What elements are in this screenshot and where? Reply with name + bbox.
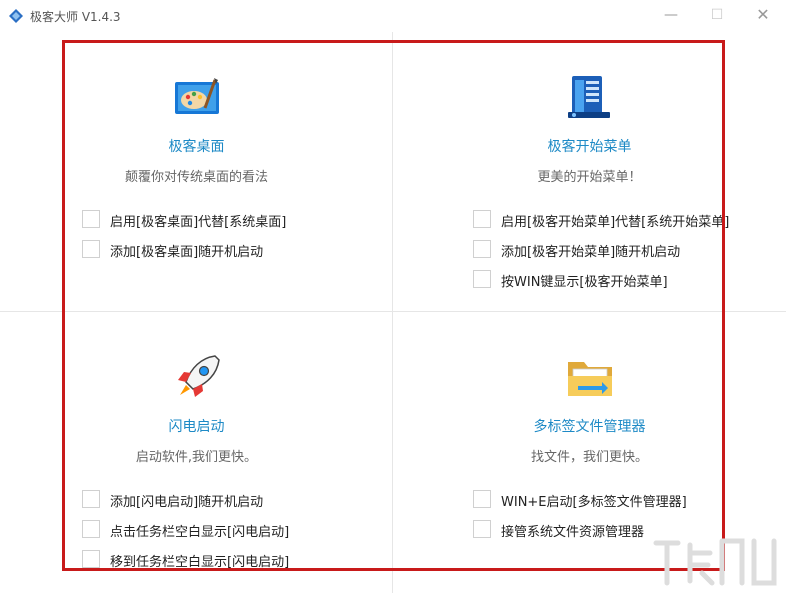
window-title: 极客大师 V1.4.3 [30,10,121,24]
option-label: 启用[极客桌面]代替[系统桌面] [110,215,287,230]
app-diamond-icon [9,9,23,23]
option-label: 移到任务栏空白显示[闪电启动] [110,555,290,570]
title-bar: 极客大师 V1.4.3 — ☐ ✕ [0,0,786,32]
paint-palette-icon [175,78,219,114]
checkbox[interactable] [473,210,491,228]
panel-geek-start-menu: 极客开始菜单 更美的开始菜单！ 启用[极客开始菜单]代替[系统开始菜单] 添加[… [393,32,786,311]
start-menu-icon [568,76,610,118]
option-label: 按WIN键显示[极客开始菜单] [501,275,668,290]
option-label: WIN+E启动[多标签文件管理器] [501,495,687,510]
minimize-button[interactable]: — [648,0,694,32]
option-label: 添加[极客开始菜单]随开机启动 [501,245,681,260]
panel-description: 找文件，我们更快。 [530,450,648,465]
panel-flash-launch: 闪电启动 启动软件,我们更快。 添加[闪电启动]随开机启动 点击任务栏空白显示[… [0,312,393,591]
checkbox[interactable] [473,240,491,258]
option-label: 点击任务栏空白显示[闪电启动] [110,525,290,540]
checkbox[interactable] [473,270,491,288]
checkbox[interactable] [82,520,100,538]
panel-description: 颠覆你对传统桌面的看法 [124,170,268,185]
watermark-logo [653,538,777,586]
panel-title: 闪电启动 [168,419,225,435]
panel-geek-desktop: 极客桌面 颠覆你对传统桌面的看法 启用[极客桌面]代替[系统桌面] 添加[极客桌… [0,32,393,311]
rocket-icon [178,355,220,397]
checkbox[interactable] [473,520,491,538]
checkbox[interactable] [82,550,100,568]
close-button[interactable]: ✕ [740,0,786,32]
checkbox[interactable] [82,490,100,508]
option-label: 添加[闪电启动]随开机启动 [110,495,264,510]
panel-description: 更美的开始菜单！ [537,170,642,185]
checkbox[interactable] [473,490,491,508]
panel-title: 极客桌面 [168,139,225,155]
option-label: 启用[极客开始菜单]代替[系统开始菜单] [501,215,730,230]
folder-icon [568,362,612,396]
checkbox[interactable] [82,210,100,228]
panel-title: 极客开始菜单 [547,139,632,155]
option-label: 接管系统文件资源管理器 [501,525,645,540]
option-label: 添加[极客桌面]随开机启动 [110,245,264,260]
maximize-button[interactable]: ☐ [694,0,740,32]
panel-description: 启动软件,我们更快。 [135,450,258,465]
checkbox[interactable] [82,240,100,258]
panel-title: 多标签文件管理器 [533,419,646,435]
